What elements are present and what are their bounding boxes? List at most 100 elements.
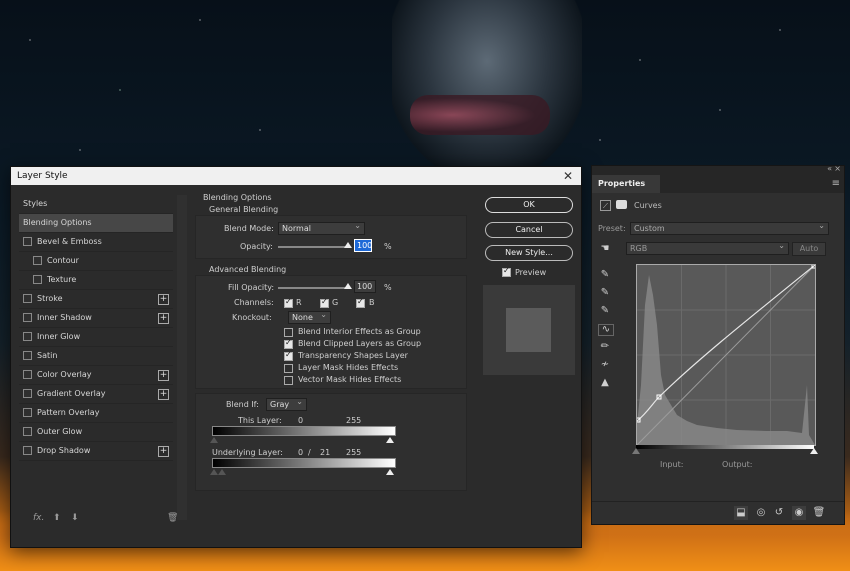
eyedropper-white-icon[interactable]: ✎: [600, 306, 610, 316]
eyedropper-black-icon[interactable]: ✎: [600, 270, 610, 280]
add-icon[interactable]: +: [158, 313, 169, 324]
underlying-layer-high: 255: [346, 448, 362, 457]
styles-scrollbar[interactable]: [177, 195, 187, 520]
option-checkbox[interactable]: [284, 328, 293, 337]
checkbox[interactable]: [23, 332, 32, 341]
option-checkbox[interactable]: [284, 376, 293, 385]
add-icon[interactable]: +: [158, 370, 169, 381]
checkbox[interactable]: [23, 408, 32, 417]
target-adjustment-hand-icon[interactable]: ☚: [600, 244, 610, 254]
curves-graph[interactable]: [636, 264, 816, 446]
style-item-texture[interactable]: Texture: [19, 271, 173, 290]
move-down-icon[interactable]: ⬇: [71, 513, 79, 523]
checkbox[interactable]: [23, 427, 32, 436]
knockout-label: Knockout:: [232, 313, 272, 322]
collapse-icon[interactable]: «: [827, 164, 832, 173]
style-item-inner-glow[interactable]: Inner Glow: [19, 328, 173, 347]
fill-opacity-slider-track[interactable]: [278, 287, 348, 289]
styles-list: Styles Blending Options Bevel & Emboss C…: [19, 195, 178, 537]
fx-button[interactable]: fx.: [33, 513, 44, 523]
fill-opacity-input[interactable]: 100: [354, 280, 376, 293]
clip-to-layer-icon[interactable]: ⬓: [734, 506, 748, 520]
auto-button[interactable]: Auto: [792, 242, 826, 256]
style-item-stroke[interactable]: Stroke +: [19, 290, 173, 309]
preview-checkbox[interactable]: [502, 266, 511, 277]
style-item-label: Drop Shadow: [37, 446, 91, 455]
advanced-blending-section: Fill Opacity: 100 % Channels: R G B Knoc…: [195, 275, 467, 389]
channel-r-checkbox[interactable]: [284, 297, 293, 308]
pencil-icon[interactable]: ✏: [600, 342, 610, 352]
checkbox[interactable]: [23, 237, 32, 246]
knockout-select[interactable]: None: [288, 309, 331, 324]
close-icon[interactable]: ✕: [563, 167, 573, 185]
curve-point-tool-icon[interactable]: ∿: [598, 324, 614, 336]
style-item-label: Texture: [47, 275, 77, 284]
style-item-label: Inner Shadow: [37, 313, 92, 322]
underlying-black-thumb-left[interactable]: [210, 469, 218, 475]
checkbox[interactable]: [23, 294, 32, 303]
move-up-icon[interactable]: ⬆: [53, 513, 61, 523]
underlying-white-thumb[interactable]: [386, 469, 394, 475]
clipping-warning-icon[interactable]: ▲: [598, 378, 612, 388]
style-item-drop-shadow[interactable]: Drop Shadow +: [19, 442, 173, 461]
checkbox[interactable]: [33, 256, 42, 265]
option-checkbox[interactable]: [284, 350, 293, 361]
smooth-icon[interactable]: ≁: [600, 360, 610, 370]
add-icon[interactable]: +: [158, 294, 169, 305]
ok-button[interactable]: OK: [485, 197, 573, 213]
this-layer-white-thumb[interactable]: [386, 437, 394, 443]
opacity-slider-thumb[interactable]: [344, 242, 352, 248]
visibility-eye-icon[interactable]: ◉: [792, 506, 806, 520]
checkbox[interactable]: [23, 313, 32, 322]
this-layer-high: 255: [346, 416, 362, 425]
tab-properties[interactable]: Properties: [592, 175, 660, 193]
checkbox[interactable]: [23, 351, 32, 360]
channel-b-checkbox[interactable]: [356, 297, 365, 308]
cancel-button[interactable]: Cancel: [485, 222, 573, 238]
this-layer-black-thumb[interactable]: [210, 437, 218, 443]
style-item-contour[interactable]: Contour: [19, 252, 173, 271]
style-item-bevel-emboss[interactable]: Bevel & Emboss: [19, 233, 173, 252]
fill-opacity-slider-thumb[interactable]: [344, 283, 352, 289]
underlying-black-thumb-right[interactable]: [218, 469, 226, 475]
style-item-blending-options[interactable]: Blending Options: [19, 214, 173, 233]
close-icon[interactable]: ×: [834, 164, 841, 173]
blending-options-pane: Blending Options General Blending Blend …: [195, 193, 467, 538]
adjustment-name: Curves: [634, 201, 662, 210]
new-style-button[interactable]: New Style...: [485, 245, 573, 261]
style-item-outer-glow[interactable]: Outer Glow: [19, 423, 173, 442]
option-checkbox[interactable]: [284, 338, 293, 349]
style-item-color-overlay[interactable]: Color Overlay +: [19, 366, 173, 385]
checkbox[interactable]: [33, 275, 42, 284]
add-icon[interactable]: +: [158, 389, 169, 400]
checkbox[interactable]: [23, 370, 32, 379]
checkbox[interactable]: [23, 389, 32, 398]
opacity-input[interactable]: 100: [354, 239, 372, 252]
add-icon[interactable]: +: [158, 446, 169, 457]
eyedropper-gray-icon[interactable]: ✎: [600, 288, 610, 298]
input-white-slider[interactable]: [810, 448, 818, 454]
blend-mode-select[interactable]: Normal: [278, 220, 365, 235]
panel-menu-icon[interactable]: ≡: [832, 178, 840, 189]
checkbox[interactable]: [23, 446, 32, 455]
reset-icon[interactable]: ↺: [772, 506, 786, 520]
style-item-inner-shadow[interactable]: Inner Shadow +: [19, 309, 173, 328]
underlying-layer-gradient[interactable]: [212, 458, 396, 468]
opacity-slider-track[interactable]: [278, 246, 348, 248]
option-checkbox[interactable]: [284, 364, 293, 373]
channels-label: Channels:: [234, 298, 274, 307]
blend-if-select[interactable]: Gray: [266, 396, 307, 411]
styles-header[interactable]: Styles: [19, 195, 173, 214]
trash-icon[interactable]: 🗑: [812, 506, 826, 520]
input-black-slider[interactable]: [632, 448, 640, 454]
style-item-pattern-overlay[interactable]: Pattern Overlay: [19, 404, 173, 423]
style-item-label: Pattern Overlay: [37, 408, 100, 417]
this-layer-gradient[interactable]: [212, 426, 396, 436]
mask-icon[interactable]: [616, 200, 627, 209]
view-previous-state-icon[interactable]: ◎: [754, 506, 768, 520]
channel-g-checkbox[interactable]: [320, 297, 329, 308]
channel-select[interactable]: RGB: [626, 240, 789, 255]
style-item-satin[interactable]: Satin: [19, 347, 173, 366]
style-item-gradient-overlay[interactable]: Gradient Overlay +: [19, 385, 173, 404]
preset-select[interactable]: Custom: [630, 220, 829, 235]
